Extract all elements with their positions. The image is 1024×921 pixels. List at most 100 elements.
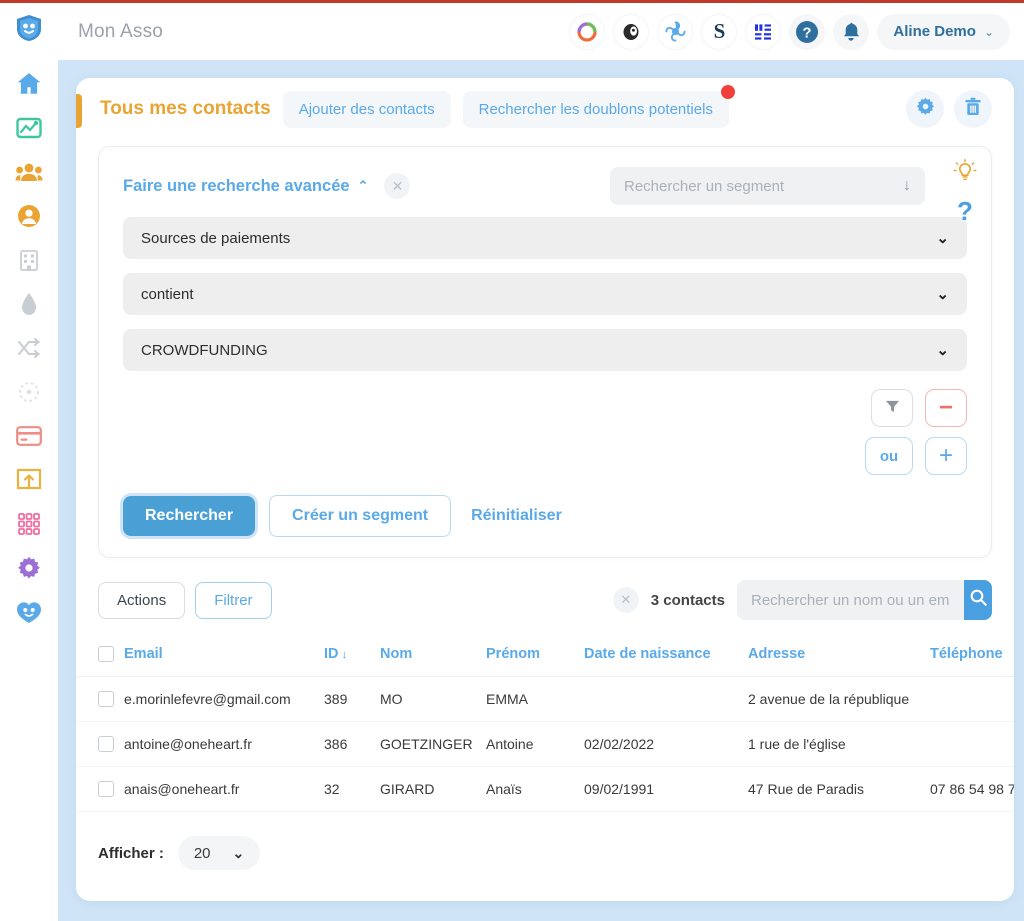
row-checkbox[interactable] (98, 736, 114, 752)
search-submit-button[interactable] (964, 580, 992, 620)
settings-button[interactable] (906, 90, 944, 128)
cell-email: antoine@oneheart.fr (120, 721, 320, 767)
row-checkbox[interactable] (98, 781, 114, 797)
table-body: e.morinlefevre@gmail.com 389 MO EMMA 2 a… (76, 676, 1014, 812)
people-icon (15, 161, 43, 183)
select-all-checkbox[interactable] (98, 646, 114, 662)
or-button[interactable]: ou (865, 437, 913, 475)
header-actions: S ? Aline Demo ⌄ (569, 13, 1024, 50)
cell-telephone (926, 721, 1014, 767)
hubspot-icon[interactable] (569, 13, 606, 50)
advanced-search-header: Faire une recherche avancée ⌃ ✕ Recherch… (123, 159, 977, 226)
reset-button[interactable]: Réinitialiser (465, 507, 568, 525)
sidebar-item-contacts[interactable] (12, 155, 46, 189)
top-header: Mon Asso S ? Aline Demo ⌄ (58, 3, 1024, 60)
toolbar-right: ✕ 3 contacts (612, 580, 992, 620)
sidebar-item-payments[interactable] (12, 419, 46, 453)
contacts-count: 3 contacts (650, 591, 725, 609)
stripe-icon[interactable]: S (701, 13, 738, 50)
column-header-email[interactable]: Email (120, 636, 320, 677)
tab-rechercher-doublons[interactable]: Rechercher les doublons potentiels (462, 84, 735, 128)
sidebar-item-dashboard[interactable] (12, 111, 46, 145)
sidebar-item-profile[interactable] (12, 199, 46, 233)
column-header-prenom[interactable]: Prénom (482, 636, 580, 677)
user-menu[interactable]: Aline Demo ⌄ (877, 13, 1010, 50)
active-tab-indicator (76, 94, 82, 128)
cell-prenom: EMMA (482, 676, 580, 722)
credit-card-icon (16, 426, 42, 446)
help-icon[interactable]: ? (957, 196, 973, 227)
sidebar-item-donations[interactable] (12, 287, 46, 321)
sidebar-item-apps[interactable] (12, 507, 46, 541)
chevron-down-icon: ⌄ (936, 342, 949, 359)
cell-nom: GOETZINGER (376, 721, 482, 767)
contacts-table: Email ID ↓ Nom Prénom Date de naissance A… (76, 636, 1014, 812)
mailchimp-icon[interactable] (613, 13, 650, 50)
advanced-search-panel: Faire une recherche avancée ⌃ ✕ Recherch… (98, 146, 992, 558)
cell-adresse: 2 avenue de la république (744, 676, 926, 722)
clear-filter-button[interactable]: ✕ (612, 587, 639, 613)
cell-nom: GIRARD (376, 766, 482, 812)
cell-id: 389 (320, 676, 376, 722)
sidebar-item-oneheart[interactable] (12, 595, 46, 629)
sidebar-item-home[interactable] (12, 67, 46, 101)
arrow-down-icon: ↓ (903, 177, 911, 194)
cell-telephone (926, 676, 1014, 722)
tab-bar-actions (906, 90, 1014, 128)
row-checkbox[interactable] (98, 691, 114, 707)
delete-button[interactable] (954, 90, 992, 128)
tab-tous-mes-contacts[interactable]: Tous mes contacts (100, 98, 271, 120)
column-header-adresse[interactable]: Adresse (744, 636, 926, 677)
cell-nom: MO (376, 676, 482, 722)
segment-search-input[interactable]: Rechercher un segment ↓ (610, 167, 925, 205)
sidebar-item-settings[interactable] (12, 551, 46, 585)
create-segment-button[interactable]: Créer un segment (269, 495, 452, 537)
per-page-value: 20 (193, 844, 211, 862)
help-button[interactable]: ? (789, 13, 826, 50)
search-button[interactable]: Rechercher (123, 496, 256, 536)
cell-telephone: 07 86 54 98 78 (926, 766, 1014, 812)
per-page-select[interactable]: 20 ⌄ (177, 836, 261, 870)
notifications-bell-icon[interactable] (833, 13, 870, 50)
sidebar-item-import[interactable] (12, 463, 46, 497)
sort-descending-icon: ↓ (341, 647, 348, 661)
notification-dot (720, 84, 735, 99)
lightbulb-icon[interactable] (953, 159, 977, 190)
cell-dob: 09/02/1991 (580, 766, 744, 812)
table-row[interactable]: antoine@oneheart.fr 386 GOETZINGER Antoi… (76, 721, 1014, 767)
criteria-op-row-bottom: ou + (865, 437, 967, 475)
criteria-operator-select[interactable]: contient ⌄ (123, 273, 967, 315)
sendinblue-icon[interactable] (657, 13, 694, 50)
remove-criteria-button[interactable]: − (925, 389, 967, 427)
shuffle-icon (17, 338, 41, 358)
close-advanced-search-button[interactable]: ✕ (384, 173, 411, 199)
advanced-search-actions: Rechercher Créer un segment Réinitialise… (123, 495, 967, 537)
drop-icon (20, 292, 38, 316)
oneheart-logo[interactable] (14, 13, 44, 43)
criteria-value-select[interactable]: CROWDFUNDING ⌄ (123, 329, 967, 371)
filter-button[interactable] (871, 389, 913, 427)
sidebar-item-flows[interactable] (12, 331, 46, 365)
cell-prenom: Antoine (482, 721, 580, 767)
sidebar-item-campaigns[interactable] (12, 375, 46, 409)
upload-box-icon (16, 468, 42, 492)
add-criteria-button[interactable]: + (925, 437, 967, 475)
sidebar-item-organisations[interactable] (12, 243, 46, 277)
app-title: Mon Asso (78, 20, 164, 42)
dashed-circle-icon (18, 381, 40, 403)
search-input[interactable] (737, 580, 964, 620)
column-header-nom[interactable]: Nom (376, 636, 482, 677)
advanced-search-toggle[interactable]: Faire une recherche avancée ⌃ (123, 177, 368, 196)
table-row[interactable]: e.morinlefevre@gmail.com 389 MO EMMA 2 a… (76, 676, 1014, 722)
chevron-down-icon: ⌄ (936, 230, 949, 247)
filter-button[interactable]: Filtrer (195, 581, 272, 619)
tab-ajouter-des-contacts[interactable]: Ajouter des contacts (282, 90, 451, 128)
actions-button[interactable]: Actions (98, 581, 186, 619)
column-header-telephone[interactable]: Téléphone (926, 636, 1014, 677)
criteria-field-select[interactable]: Sources de paiements ⌄ (123, 217, 967, 259)
table-row[interactable]: anais@oneheart.fr 32 GIRARD Anaïs 09/02/… (76, 766, 1014, 812)
column-header-date-de-naissance[interactable]: Date de naissance (580, 636, 744, 677)
weezevent-icon[interactable] (745, 13, 782, 50)
chevron-down-icon: ⌄ (936, 286, 949, 303)
column-header-id[interactable]: ID ↓ (320, 636, 376, 677)
